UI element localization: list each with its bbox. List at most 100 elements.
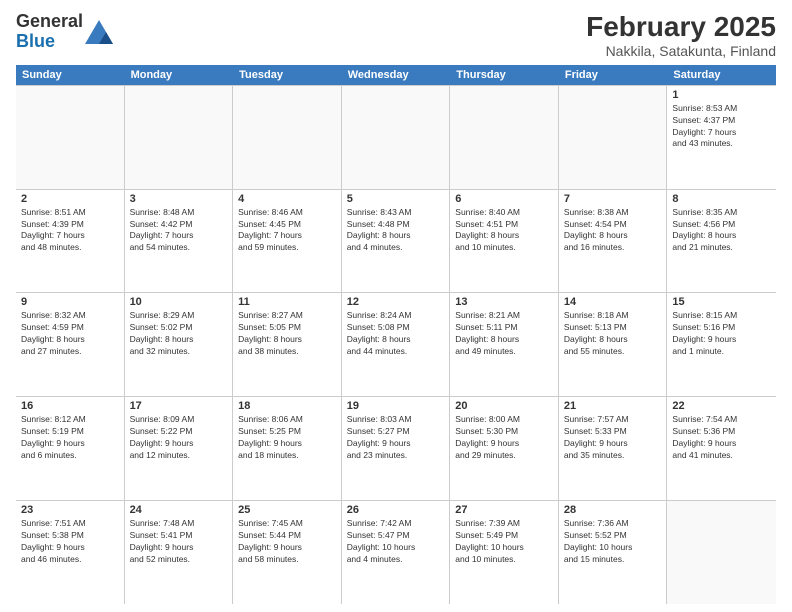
day-number: 2 — [21, 193, 119, 205]
calendar-cell-0-0 — [16, 86, 125, 189]
header-tuesday: Tuesday — [233, 65, 342, 85]
calendar-cell-4-5: 28 Sunrise: 7:36 AM Sunset: 5:52 PM Dayli… — [559, 501, 668, 604]
title-block: February 2025 Nakkila, Satakunta, Finlan… — [586, 12, 776, 59]
day-number: 9 — [21, 296, 119, 308]
day-info: Sunrise: 8:32 AM Sunset: 4:59 PM Dayligh… — [21, 310, 119, 358]
logo-blue-text: Blue — [16, 31, 55, 51]
calendar-cell-1-2: 4 Sunrise: 8:46 AM Sunset: 4:45 PM Daylig… — [233, 190, 342, 293]
day-info: Sunrise: 8:53 AM Sunset: 4:37 PM Dayligh… — [672, 103, 771, 151]
calendar-cell-1-5: 7 Sunrise: 8:38 AM Sunset: 4:54 PM Daylig… — [559, 190, 668, 293]
day-number: 12 — [347, 296, 445, 308]
calendar-cell-0-6: 1 Sunrise: 8:53 AM Sunset: 4:37 PM Daylig… — [667, 86, 776, 189]
header-saturday: Saturday — [667, 65, 776, 85]
day-number: 28 — [564, 504, 662, 516]
day-info: Sunrise: 7:54 AM Sunset: 5:36 PM Dayligh… — [672, 414, 771, 462]
day-number: 6 — [455, 193, 553, 205]
day-info: Sunrise: 8:38 AM Sunset: 4:54 PM Dayligh… — [564, 207, 662, 255]
calendar-cell-1-4: 6 Sunrise: 8:40 AM Sunset: 4:51 PM Daylig… — [450, 190, 559, 293]
calendar-cell-2-6: 15Sunrise: 8:15 AM Sunset: 5:16 PM Dayli… — [667, 293, 776, 396]
day-info: Sunrise: 8:27 AM Sunset: 5:05 PM Dayligh… — [238, 310, 336, 358]
calendar-cell-3-5: 21 Sunrise: 7:57 AM Sunset: 5:33 PM Dayli… — [559, 397, 668, 500]
calendar-row-4: 23 Sunrise: 7:51 AM Sunset: 5:38 PM Dayli… — [16, 500, 776, 604]
day-number: 20 — [455, 400, 553, 412]
header: General Blue February 2025 Nakkila, Sata… — [16, 12, 776, 59]
calendar: Sunday Monday Tuesday Wednesday Thursday… — [16, 65, 776, 604]
day-info: Sunrise: 7:42 AM Sunset: 5:47 PM Dayligh… — [347, 518, 445, 566]
calendar-cell-4-2: 25 Sunrise: 7:45 AM Sunset: 5:44 PM Dayli… — [233, 501, 342, 604]
day-info: Sunrise: 7:57 AM Sunset: 5:33 PM Dayligh… — [564, 414, 662, 462]
day-number: 15 — [672, 296, 771, 308]
calendar-cell-4-4: 27 Sunrise: 7:39 AM Sunset: 5:49 PM Dayli… — [450, 501, 559, 604]
calendar-cell-3-2: 18 Sunrise: 8:06 AM Sunset: 5:25 PM Dayli… — [233, 397, 342, 500]
day-number: 17 — [130, 400, 228, 412]
calendar-cell-2-5: 14 Sunrise: 8:18 AM Sunset: 5:13 PM Dayli… — [559, 293, 668, 396]
day-number: 18 — [238, 400, 336, 412]
calendar-row-0: 1 Sunrise: 8:53 AM Sunset: 4:37 PM Daylig… — [16, 85, 776, 189]
calendar-cell-2-3: 12 Sunrise: 8:24 AM Sunset: 5:08 PM Dayli… — [342, 293, 451, 396]
day-number: 8 — [672, 193, 771, 205]
day-number: 25 — [238, 504, 336, 516]
header-wednesday: Wednesday — [342, 65, 451, 85]
calendar-cell-2-1: 10 Sunrise: 8:29 AM Sunset: 5:02 PM Dayli… — [125, 293, 234, 396]
day-info: Sunrise: 8:18 AM Sunset: 5:13 PM Dayligh… — [564, 310, 662, 358]
calendar-row-3: 16 Sunrise: 8:12 AM Sunset: 5:19 PM Dayli… — [16, 396, 776, 500]
day-info: Sunrise: 8:03 AM Sunset: 5:27 PM Dayligh… — [347, 414, 445, 462]
day-info: Sunrise: 8:46 AM Sunset: 4:45 PM Dayligh… — [238, 207, 336, 255]
calendar-cell-0-1 — [125, 86, 234, 189]
day-info: Sunrise: 8:21 AM Sunset: 5:11 PM Dayligh… — [455, 310, 553, 358]
day-info: Sunrise: 8:12 AM Sunset: 5:19 PM Dayligh… — [21, 414, 119, 462]
calendar-cell-4-6 — [667, 501, 776, 604]
calendar-header: Sunday Monday Tuesday Wednesday Thursday… — [16, 65, 776, 85]
calendar-row-2: 9 Sunrise: 8:32 AM Sunset: 4:59 PM Daylig… — [16, 292, 776, 396]
day-number: 4 — [238, 193, 336, 205]
calendar-cell-1-6: 8Sunrise: 8:35 AM Sunset: 4:56 PM Daylig… — [667, 190, 776, 293]
day-info: Sunrise: 8:24 AM Sunset: 5:08 PM Dayligh… — [347, 310, 445, 358]
day-info: Sunrise: 7:48 AM Sunset: 5:41 PM Dayligh… — [130, 518, 228, 566]
logo-icon — [85, 20, 113, 44]
header-monday: Monday — [125, 65, 234, 85]
day-number: 5 — [347, 193, 445, 205]
month-title: February 2025 — [586, 12, 776, 43]
day-number: 19 — [347, 400, 445, 412]
calendar-cell-1-1: 3Sunrise: 8:48 AM Sunset: 4:42 PM Daylig… — [125, 190, 234, 293]
calendar-cell-3-3: 19 Sunrise: 8:03 AM Sunset: 5:27 PM Dayli… — [342, 397, 451, 500]
day-number: 1 — [672, 89, 771, 101]
day-number: 27 — [455, 504, 553, 516]
calendar-cell-3-1: 17 Sunrise: 8:09 AM Sunset: 5:22 PM Dayli… — [125, 397, 234, 500]
day-info: Sunrise: 8:51 AM Sunset: 4:39 PM Dayligh… — [21, 207, 119, 255]
day-number: 10 — [130, 296, 228, 308]
day-info: Sunrise: 8:29 AM Sunset: 5:02 PM Dayligh… — [130, 310, 228, 358]
calendar-body: 1 Sunrise: 8:53 AM Sunset: 4:37 PM Daylig… — [16, 85, 776, 604]
day-info: Sunrise: 8:06 AM Sunset: 5:25 PM Dayligh… — [238, 414, 336, 462]
day-number: 7 — [564, 193, 662, 205]
logo-general-text: General — [16, 11, 83, 31]
calendar-cell-0-2 — [233, 86, 342, 189]
day-info: Sunrise: 7:51 AM Sunset: 5:38 PM Dayligh… — [21, 518, 119, 566]
day-number: 21 — [564, 400, 662, 412]
calendar-cell-0-3 — [342, 86, 451, 189]
calendar-cell-2-2: 11Sunrise: 8:27 AM Sunset: 5:05 PM Dayli… — [233, 293, 342, 396]
calendar-cell-3-0: 16 Sunrise: 8:12 AM Sunset: 5:19 PM Dayli… — [16, 397, 125, 500]
day-info: Sunrise: 7:45 AM Sunset: 5:44 PM Dayligh… — [238, 518, 336, 566]
calendar-cell-4-1: 24Sunrise: 7:48 AM Sunset: 5:41 PM Dayli… — [125, 501, 234, 604]
day-info: Sunrise: 8:48 AM Sunset: 4:42 PM Dayligh… — [130, 207, 228, 255]
day-info: Sunrise: 7:39 AM Sunset: 5:49 PM Dayligh… — [455, 518, 553, 566]
calendar-row-1: 2 Sunrise: 8:51 AM Sunset: 4:39 PM Daylig… — [16, 189, 776, 293]
day-number: 23 — [21, 504, 119, 516]
calendar-cell-3-4: 20 Sunrise: 8:00 AM Sunset: 5:30 PM Dayli… — [450, 397, 559, 500]
day-number: 14 — [564, 296, 662, 308]
day-info: Sunrise: 8:00 AM Sunset: 5:30 PM Dayligh… — [455, 414, 553, 462]
calendar-cell-1-0: 2 Sunrise: 8:51 AM Sunset: 4:39 PM Daylig… — [16, 190, 125, 293]
calendar-cell-1-3: 5 Sunrise: 8:43 AM Sunset: 4:48 PM Daylig… — [342, 190, 451, 293]
day-info: Sunrise: 7:36 AM Sunset: 5:52 PM Dayligh… — [564, 518, 662, 566]
day-number: 16 — [21, 400, 119, 412]
day-info: Sunrise: 8:40 AM Sunset: 4:51 PM Dayligh… — [455, 207, 553, 255]
logo: General Blue — [16, 12, 113, 52]
calendar-cell-2-0: 9 Sunrise: 8:32 AM Sunset: 4:59 PM Daylig… — [16, 293, 125, 396]
day-info: Sunrise: 8:43 AM Sunset: 4:48 PM Dayligh… — [347, 207, 445, 255]
location-title: Nakkila, Satakunta, Finland — [586, 43, 776, 59]
day-info: Sunrise: 8:09 AM Sunset: 5:22 PM Dayligh… — [130, 414, 228, 462]
calendar-cell-4-0: 23 Sunrise: 7:51 AM Sunset: 5:38 PM Dayli… — [16, 501, 125, 604]
calendar-cell-4-3: 26Sunrise: 7:42 AM Sunset: 5:47 PM Dayli… — [342, 501, 451, 604]
header-sunday: Sunday — [16, 65, 125, 85]
